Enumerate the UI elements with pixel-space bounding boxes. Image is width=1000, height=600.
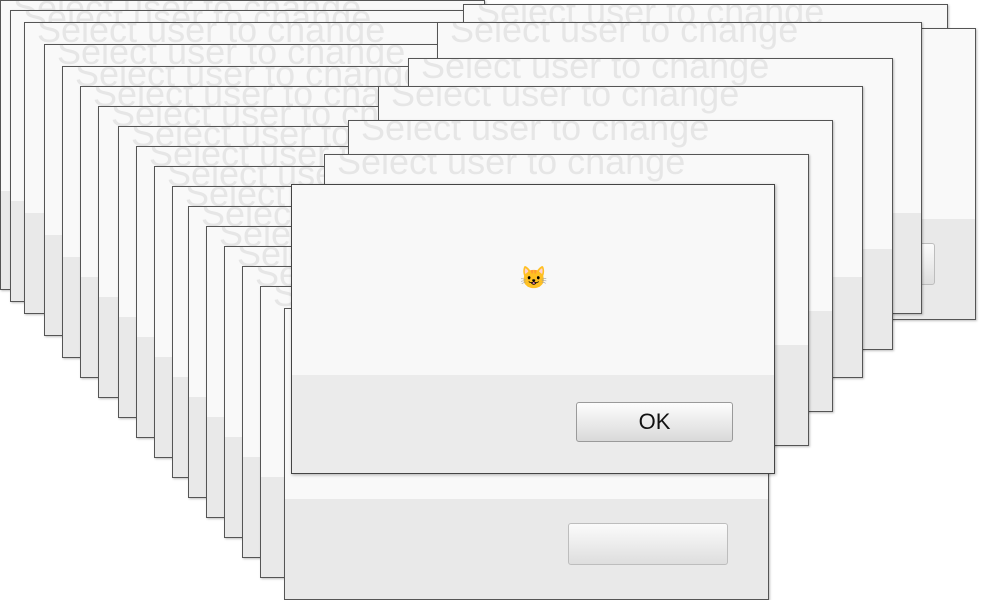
alert-dialog: 😺 OK — [291, 184, 775, 474]
ok-button[interactable]: OK — [576, 402, 733, 442]
background-dialog-title: Select user to change — [391, 86, 740, 114]
alert-message-cat-icon: 😺 — [520, 265, 548, 290]
background-dialog-title: Select user to change — [421, 58, 770, 86]
stacked-alert-dialogs: Select user to change Select user to chan… — [0, 0, 1000, 600]
background-dialog-title: Select user to change — [337, 154, 686, 182]
background-dialog-title: Select user to change — [450, 22, 799, 50]
background-ok-button — [568, 523, 728, 565]
background-dialog-title: Select user to change — [361, 120, 710, 148]
